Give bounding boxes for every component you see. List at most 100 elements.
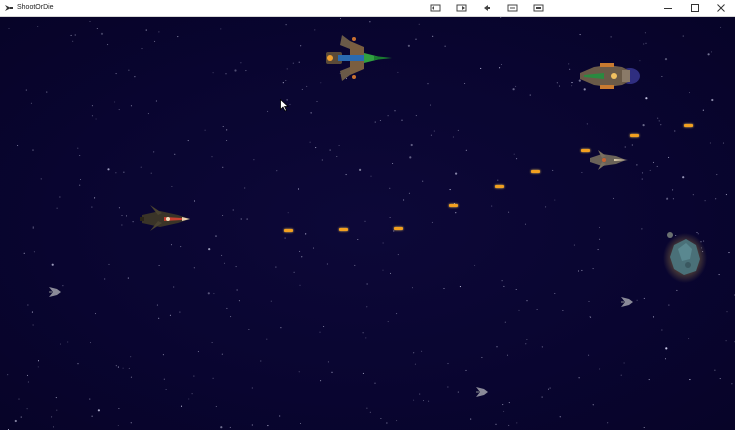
star xyxy=(620,374,622,376)
fast-forward-icon[interactable] xyxy=(456,3,467,13)
star xyxy=(648,379,650,381)
star xyxy=(251,424,253,426)
star xyxy=(508,402,510,404)
star xyxy=(246,218,248,220)
star xyxy=(369,411,371,413)
star xyxy=(558,85,561,87)
small-drone xyxy=(476,387,488,397)
frame-icon[interactable] xyxy=(533,3,544,13)
star xyxy=(631,144,633,146)
star xyxy=(153,151,155,153)
star xyxy=(115,73,117,75)
star xyxy=(444,45,446,47)
star xyxy=(641,172,644,174)
star xyxy=(702,109,704,111)
star xyxy=(536,308,538,311)
rewind-icon[interactable] xyxy=(481,3,492,13)
star xyxy=(321,159,323,161)
star xyxy=(215,235,217,237)
star xyxy=(222,214,224,217)
star xyxy=(374,382,376,384)
star xyxy=(7,374,9,376)
star xyxy=(491,205,493,207)
star xyxy=(465,149,467,151)
star xyxy=(180,246,182,248)
star xyxy=(549,387,551,389)
bullet xyxy=(449,204,458,207)
star xyxy=(104,278,106,280)
star xyxy=(223,262,226,264)
star xyxy=(447,386,449,388)
star xyxy=(188,398,190,400)
star xyxy=(430,134,432,136)
star xyxy=(32,227,34,229)
star xyxy=(91,105,93,107)
star xyxy=(52,426,55,428)
star xyxy=(652,316,655,318)
star xyxy=(345,174,347,176)
star xyxy=(297,188,300,190)
star xyxy=(457,129,459,131)
star xyxy=(314,29,316,31)
star xyxy=(260,360,262,362)
star xyxy=(187,140,189,142)
star xyxy=(197,351,199,353)
star xyxy=(568,63,570,65)
star xyxy=(589,316,591,318)
star xyxy=(710,51,713,53)
star xyxy=(118,207,120,209)
star xyxy=(457,391,459,393)
star xyxy=(327,361,329,363)
star xyxy=(125,215,128,217)
star xyxy=(357,238,359,241)
small-drone xyxy=(621,297,633,307)
fast-rewind-icon[interactable] xyxy=(430,3,441,13)
star xyxy=(652,161,655,163)
star xyxy=(668,304,670,306)
star xyxy=(470,418,472,420)
star xyxy=(79,154,81,157)
star xyxy=(40,178,42,180)
star xyxy=(525,343,527,345)
title-bar[interactable]: ShootOrDie xyxy=(0,0,735,17)
star xyxy=(429,104,432,106)
star xyxy=(645,97,648,100)
star xyxy=(163,378,165,380)
star xyxy=(598,226,601,228)
star xyxy=(480,67,482,69)
mouse-cursor-icon xyxy=(280,99,289,112)
star xyxy=(156,304,158,306)
star xyxy=(267,425,269,427)
minimize-icon[interactable] xyxy=(655,1,681,15)
star xyxy=(513,153,515,155)
star xyxy=(150,172,152,174)
close-icon[interactable] xyxy=(708,1,734,15)
game-canvas[interactable] xyxy=(0,17,735,430)
star xyxy=(338,144,340,147)
star xyxy=(413,399,415,401)
star xyxy=(155,100,157,102)
star xyxy=(668,156,670,158)
star xyxy=(452,136,454,138)
star xyxy=(578,377,580,379)
star xyxy=(682,176,685,179)
bullet xyxy=(684,124,693,127)
star xyxy=(145,29,147,31)
star xyxy=(657,117,659,119)
step-icon[interactable] xyxy=(507,3,518,13)
maximize-icon[interactable] xyxy=(682,1,708,15)
star xyxy=(309,141,311,143)
star xyxy=(389,187,391,189)
star xyxy=(207,292,210,295)
star xyxy=(310,112,312,114)
star xyxy=(495,423,497,425)
star xyxy=(529,94,531,96)
star xyxy=(238,300,240,302)
star xyxy=(316,100,318,103)
star xyxy=(193,200,196,202)
star xyxy=(235,266,237,268)
bullet xyxy=(339,228,348,231)
star xyxy=(173,286,175,288)
star xyxy=(465,369,467,371)
bullet xyxy=(531,170,540,173)
